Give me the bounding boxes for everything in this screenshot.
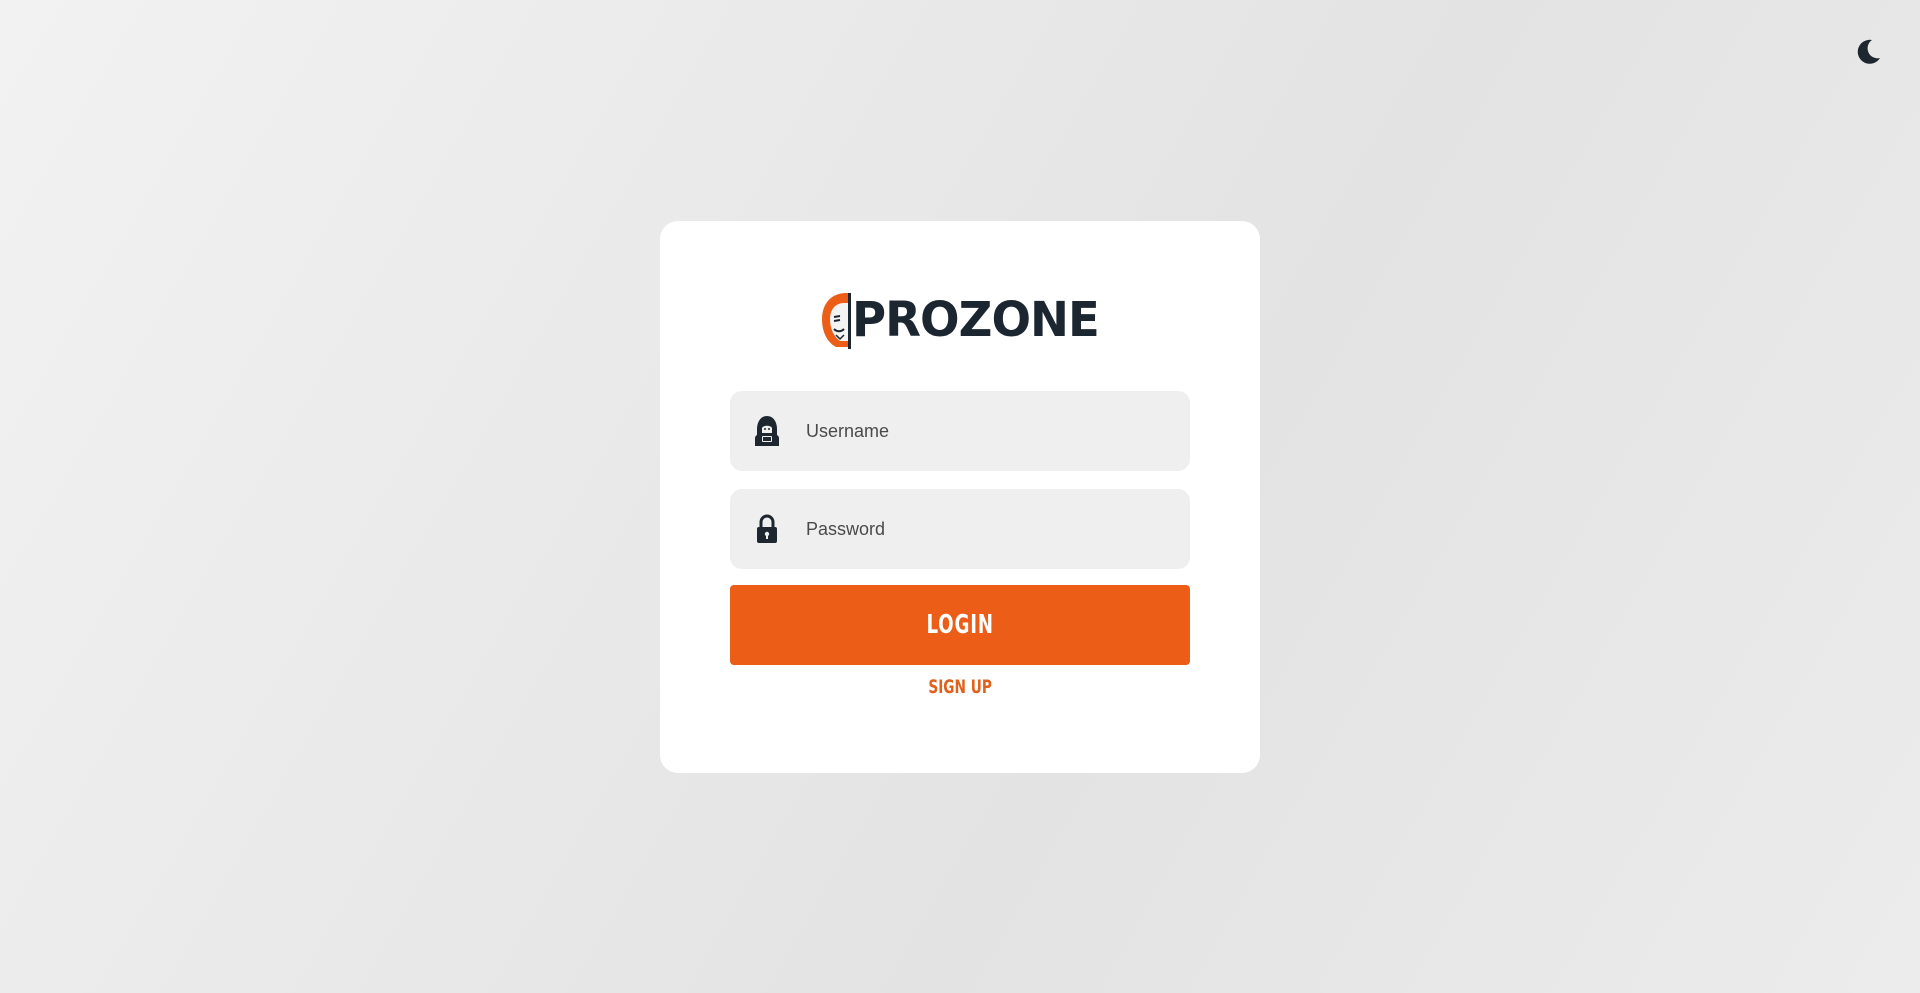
username-field[interactable] (730, 391, 1190, 471)
lock-icon (752, 511, 782, 547)
brand-logo: PROZONE (818, 289, 1102, 351)
login-button[interactable]: LOGIN (730, 585, 1190, 665)
moon-icon (1857, 39, 1880, 64)
theme-toggle-button[interactable] (1852, 36, 1884, 68)
password-input[interactable] (804, 508, 1168, 550)
login-button-label: LOGIN (926, 610, 994, 640)
brand-name: PROZONE (852, 292, 1100, 348)
signup-link-label: SIGN UP (928, 676, 992, 698)
username-input[interactable] (804, 410, 1168, 452)
password-field[interactable] (730, 489, 1190, 569)
login-card: PROZONE LOGIN SI (660, 221, 1260, 773)
signup-link[interactable]: SIGN UP (730, 676, 1190, 698)
hacker-avatar-icon (752, 413, 782, 449)
hooded-mask-icon (822, 293, 851, 349)
